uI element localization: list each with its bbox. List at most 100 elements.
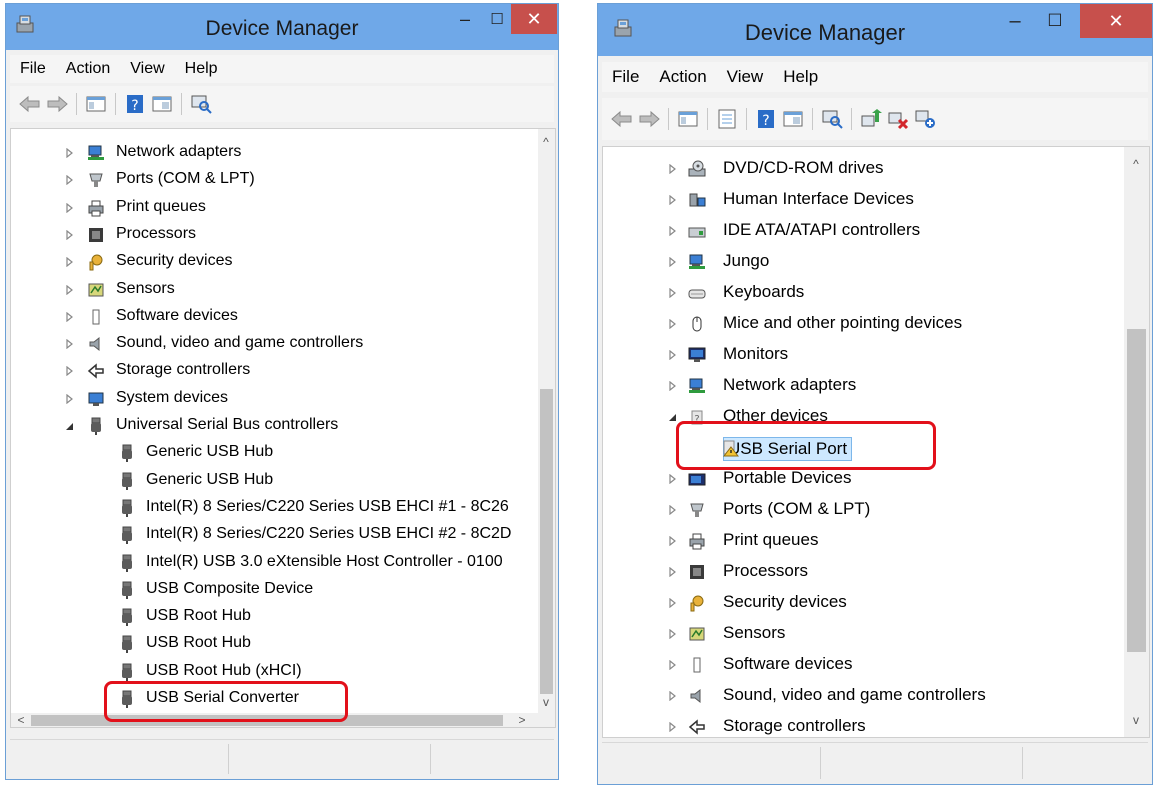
maximize-button[interactable]: ☐ xyxy=(1038,4,1072,38)
scroll-left-arrow-icon[interactable]: < xyxy=(13,713,29,727)
collapsed-arrow-icon[interactable] xyxy=(64,284,74,295)
title-bar[interactable]: Device Manager – ☐ ✕ xyxy=(6,4,558,50)
tree-item[interactable]: Security devices xyxy=(11,248,535,275)
scroll-up-arrow-icon[interactable]: ^ xyxy=(1128,157,1144,171)
tree-item[interactable]: Network adapters xyxy=(11,139,535,166)
menu-view[interactable]: View xyxy=(120,55,174,83)
properties-pane-icon[interactable] xyxy=(150,93,174,115)
collapsed-arrow-icon[interactable] xyxy=(64,311,74,323)
scroll-down-arrow-icon[interactable]: v xyxy=(1128,713,1144,727)
tree-item[interactable]: USB Composite Device xyxy=(11,576,535,603)
collapsed-arrow-icon[interactable] xyxy=(64,338,74,350)
tree-item[interactable]: DVD/CD-ROM drives xyxy=(603,153,1123,184)
tree-item[interactable]: Storage controllers xyxy=(603,711,1123,737)
tree-item[interactable]: Sensors xyxy=(11,276,535,303)
tree-item[interactable]: Software devices xyxy=(603,649,1123,680)
menu-action[interactable]: Action xyxy=(56,55,120,83)
tree-item[interactable]: Intel(R) USB 3.0 eXtensible Host Control… xyxy=(11,549,535,576)
minimize-button[interactable]: – xyxy=(450,4,480,34)
collapsed-arrow-icon[interactable] xyxy=(667,194,677,206)
vertical-scroll-thumb[interactable] xyxy=(540,389,553,694)
tree-item[interactable]: Print queues xyxy=(603,525,1123,556)
show-hide-console-tree-icon[interactable] xyxy=(84,93,108,115)
tree-item[interactable]: Ports (COM & LPT) xyxy=(603,494,1123,525)
tree-item[interactable]: Intel(R) 8 Series/C220 Series USB EHCI #… xyxy=(11,494,535,521)
collapsed-arrow-icon[interactable] xyxy=(64,366,74,377)
tree-item[interactable]: Security devices xyxy=(603,587,1123,618)
close-button[interactable]: ✕ xyxy=(1080,4,1152,38)
tree-item[interactable]: Mice and other pointing devices xyxy=(603,308,1123,339)
collapsed-arrow-icon[interactable] xyxy=(667,349,677,361)
collapsed-arrow-icon[interactable] xyxy=(667,256,677,268)
collapsed-arrow-icon[interactable] xyxy=(667,287,677,299)
collapsed-arrow-icon[interactable] xyxy=(64,256,74,268)
collapsed-arrow-icon[interactable] xyxy=(667,597,677,609)
tree-item[interactable]: Human Interface Devices xyxy=(603,184,1123,215)
menu-view[interactable]: View xyxy=(717,62,774,92)
collapsed-arrow-icon[interactable] xyxy=(667,473,677,485)
tree-item[interactable]: Keyboards xyxy=(603,277,1123,308)
menu-help[interactable]: Help xyxy=(773,62,828,92)
update-driver-icon[interactable] xyxy=(859,108,883,130)
forward-arrow-icon[interactable] xyxy=(45,93,69,115)
menu-action[interactable]: Action xyxy=(649,62,716,92)
tree-item[interactable]: IDE ATA/ATAPI controllers xyxy=(603,215,1123,246)
tree-item[interactable]: Monitors xyxy=(603,339,1123,370)
scroll-down-arrow-icon[interactable]: v xyxy=(538,695,554,709)
collapsed-arrow-icon[interactable] xyxy=(64,393,74,404)
minimize-button[interactable]: – xyxy=(998,4,1032,38)
scan-hardware-icon[interactable] xyxy=(820,108,844,130)
tree-item[interactable]: Generic USB Hub xyxy=(11,439,535,466)
tree-item[interactable]: Universal Serial Bus controllers xyxy=(11,412,535,439)
properties-pane-icon[interactable] xyxy=(781,108,805,130)
device-tree[interactable]: Network adapters Ports (COM & LPT) Print q… xyxy=(10,128,556,728)
collapsed-arrow-icon[interactable] xyxy=(667,628,677,640)
forward-arrow-icon[interactable] xyxy=(637,108,661,130)
vertical-scrollbar[interactable]: ^ v xyxy=(1124,147,1149,737)
tree-item[interactable]: Print queues xyxy=(11,194,535,221)
tree-item[interactable]: System devices xyxy=(11,385,535,412)
enable-device-icon[interactable] xyxy=(913,108,937,130)
collapsed-arrow-icon[interactable] xyxy=(667,163,677,175)
tree-item[interactable]: USB Root Hub xyxy=(11,603,535,630)
collapsed-arrow-icon[interactable] xyxy=(667,380,677,392)
tree-item[interactable]: Sound, video and game controllers xyxy=(11,330,535,357)
tree-item[interactable]: Software devices xyxy=(11,303,535,330)
collapsed-arrow-icon[interactable] xyxy=(667,318,677,330)
menu-help[interactable]: Help xyxy=(175,55,228,83)
properties-icon[interactable] xyxy=(715,108,739,130)
vertical-scrollbar[interactable]: ^ v xyxy=(538,129,555,713)
close-button[interactable]: ✕ xyxy=(511,4,557,34)
collapsed-arrow-icon[interactable] xyxy=(64,202,74,213)
help-icon[interactable]: ? xyxy=(754,108,778,130)
collapsed-arrow-icon[interactable] xyxy=(64,175,74,186)
title-bar[interactable]: Device Manager – ☐ ✕ xyxy=(598,4,1152,56)
tree-item[interactable]: USB Root Hub xyxy=(11,630,535,657)
menu-file[interactable]: File xyxy=(602,62,649,92)
back-arrow-icon[interactable] xyxy=(18,93,42,115)
scroll-right-arrow-icon[interactable]: > xyxy=(514,713,530,727)
uninstall-device-icon[interactable] xyxy=(886,108,910,130)
collapsed-arrow-icon[interactable] xyxy=(667,535,677,547)
tree-item[interactable]: Intel(R) 8 Series/C220 Series USB EHCI #… xyxy=(11,521,535,548)
collapsed-arrow-icon[interactable] xyxy=(667,690,677,702)
collapsed-arrow-icon[interactable] xyxy=(667,225,677,237)
expanded-arrow-icon[interactable] xyxy=(667,412,677,422)
tree-item[interactable]: Sound, video and game controllers xyxy=(603,680,1123,711)
tree-item[interactable]: Processors xyxy=(603,556,1123,587)
scroll-up-arrow-icon[interactable]: ^ xyxy=(538,135,554,149)
tree-item[interactable]: Jungo xyxy=(603,246,1123,277)
tree-item[interactable]: Generic USB Hub xyxy=(11,467,535,494)
show-hide-console-tree-icon[interactable] xyxy=(676,108,700,130)
collapsed-arrow-icon[interactable] xyxy=(667,566,677,578)
tree-item[interactable]: Sensors xyxy=(603,618,1123,649)
tree-item[interactable]: Processors xyxy=(11,221,535,248)
collapsed-arrow-icon[interactable] xyxy=(667,659,677,671)
scan-hardware-icon[interactable] xyxy=(189,93,213,115)
menu-file[interactable]: File xyxy=(10,55,56,83)
help-icon[interactable]: ? xyxy=(123,93,147,115)
collapsed-arrow-icon[interactable] xyxy=(64,147,74,159)
collapsed-arrow-icon[interactable] xyxy=(64,229,74,241)
tree-item[interactable]: Storage controllers xyxy=(11,357,535,384)
tree-item[interactable]: Network adapters xyxy=(603,370,1123,401)
